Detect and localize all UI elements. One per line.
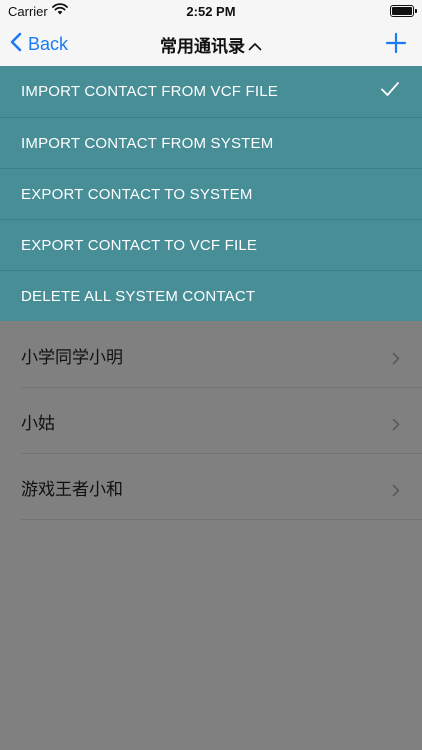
- page-title: 常用通讯录: [160, 37, 245, 57]
- chevron-right-icon: [392, 416, 400, 436]
- contact-actions-menu: IMPORT CONTACT FROM VCF FILE IMPORT CONT…: [0, 66, 422, 321]
- navigation-bar: Back 常用通讯录: [0, 22, 422, 66]
- chevron-up-icon: [248, 36, 262, 56]
- chevron-right-icon: [392, 482, 400, 502]
- menu-item-label: IMPORT CONTACT FROM VCF FILE: [21, 83, 279, 100]
- checkmark-icon: [380, 81, 400, 101]
- menu-item-export-vcf[interactable]: EXPORT CONTACT TO VCF FILE: [0, 219, 422, 270]
- list-item[interactable]: 游戏王者小和: [0, 454, 422, 520]
- menu-item-label: DELETE ALL SYSTEM CONTACT: [21, 287, 256, 305]
- add-contact-button[interactable]: [384, 31, 408, 55]
- contact-name: 游戏王者小和: [21, 479, 123, 500]
- contact-name: 小姑: [21, 413, 55, 434]
- menu-item-delete-all[interactable]: DELETE ALL SYSTEM CONTACT: [0, 270, 422, 321]
- menu-item-import-system[interactable]: IMPORT CONTACT FROM SYSTEM: [0, 117, 422, 168]
- menu-item-label: EXPORT CONTACT TO VCF FILE: [21, 236, 258, 254]
- status-bar: Carrier 2:52 PM: [0, 0, 422, 22]
- menu-item-label: IMPORT CONTACT FROM SYSTEM: [21, 134, 274, 152]
- status-time: 2:52 PM: [186, 4, 236, 19]
- list-item[interactable]: 小学同学小明: [0, 322, 422, 388]
- plus-icon: [384, 32, 408, 59]
- battery-icon: [390, 5, 417, 17]
- list-item[interactable]: 小姑: [0, 388, 422, 454]
- menu-item-import-vcf[interactable]: IMPORT CONTACT FROM VCF FILE: [0, 66, 422, 117]
- contact-list: 小学同学小明 小姑 游戏王者小和: [0, 322, 422, 520]
- chevron-right-icon: [392, 350, 400, 370]
- page-title-toggle[interactable]: 常用通讯录: [0, 32, 422, 57]
- menu-item-export-system[interactable]: EXPORT CONTACT TO SYSTEM: [0, 168, 422, 219]
- contact-name: 小学同学小明: [21, 347, 123, 368]
- menu-item-label: EXPORT CONTACT TO SYSTEM: [21, 185, 253, 203]
